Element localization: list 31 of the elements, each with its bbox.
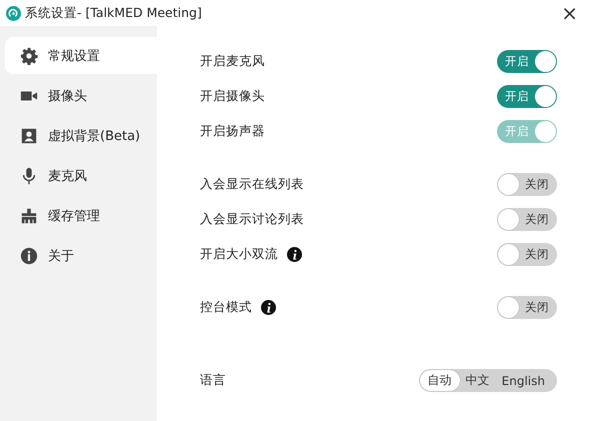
- toggle-switch[interactable]: 关闭: [497, 208, 557, 231]
- info-icon: [20, 246, 38, 264]
- toggle-switch[interactable]: 关闭: [497, 173, 557, 196]
- person-card-icon: [20, 126, 38, 144]
- sidebar-item[interactable]: 摄像头: [5, 77, 157, 114]
- microphone-icon: [20, 166, 38, 184]
- toggle-switch[interactable]: 关闭: [497, 296, 557, 319]
- sidebar-item[interactable]: 关于: [5, 237, 157, 274]
- sidebar-item[interactable]: 虚拟背景(Beta): [5, 117, 157, 154]
- toggle-switch[interactable]: 开启: [497, 85, 557, 108]
- toggle-switch[interactable]: 关闭: [497, 243, 557, 266]
- setting-label: 入会显示在线列表: [200, 176, 304, 193]
- sidebar-item[interactable]: 常规设置: [5, 37, 157, 74]
- app-logo-icon: [6, 6, 21, 20]
- close-button[interactable]: ×: [557, 3, 582, 23]
- setting-label: 入会显示讨论列表: [200, 211, 304, 228]
- sidebar-item[interactable]: 麦克风: [5, 157, 157, 194]
- setting-label: 控台模式: [200, 299, 252, 316]
- sidebar-item[interactable]: 缓存管理: [5, 197, 157, 234]
- setting-label: 语言: [200, 372, 226, 389]
- setting-label: 开启扬声器: [200, 123, 265, 140]
- setting-label: 开启麦克风: [200, 53, 265, 70]
- window-title: 系统设置- [TalkMED Meeting]: [25, 4, 202, 22]
- broom-icon: [20, 206, 38, 224]
- toggle-switch[interactable]: 开启: [497, 50, 557, 73]
- setting-label: 开启大小双流: [200, 246, 278, 263]
- language-option[interactable]: 自动: [420, 370, 460, 391]
- language-option[interactable]: 中文: [460, 370, 496, 391]
- gear-icon: [20, 46, 38, 64]
- language-option[interactable]: English: [496, 370, 551, 391]
- setting-label: 开启摄像头: [200, 88, 265, 105]
